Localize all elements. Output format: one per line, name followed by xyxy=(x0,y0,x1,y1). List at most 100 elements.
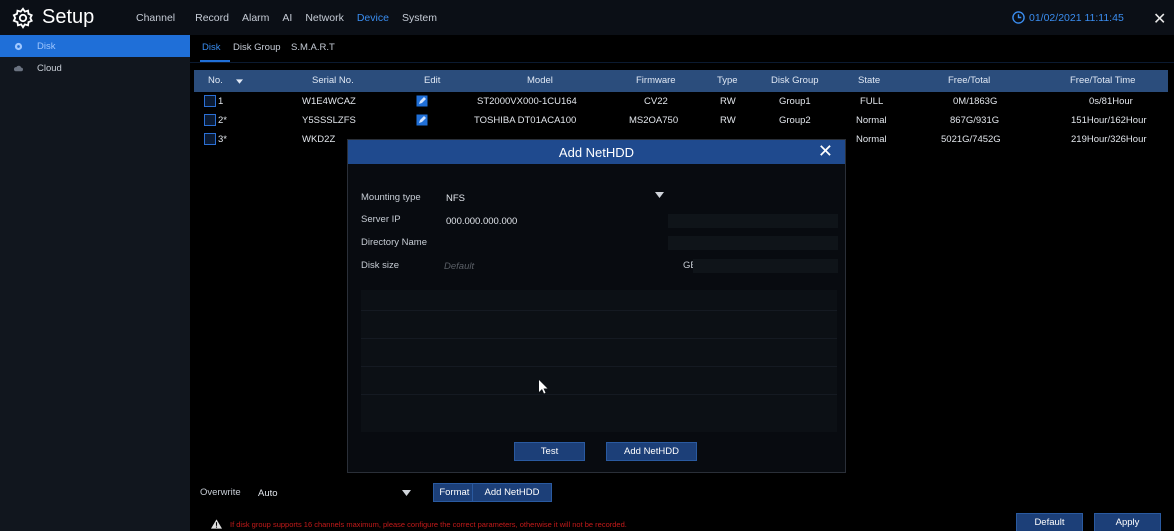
col-free-total-time: Free/Total Time xyxy=(1070,75,1136,86)
sidebar-item-cloud[interactable]: Cloud xyxy=(0,57,190,79)
menu-system[interactable]: System xyxy=(402,12,437,24)
cell-free-total-time: 0s/81Hour xyxy=(1089,96,1133,107)
row-checkbox[interactable] xyxy=(204,133,216,145)
col-disk-group: Disk Group xyxy=(771,75,819,86)
warning-icon xyxy=(211,519,222,529)
sidebar-item-label: Cloud xyxy=(37,62,62,74)
cell-serial: W1E4WCAZ xyxy=(302,96,356,107)
clock: 01/02/2021 11:11:45 xyxy=(1012,11,1124,24)
disk-size-extra-field xyxy=(693,259,838,273)
cell-free-total-time: 219Hour/326Hour xyxy=(1071,134,1147,145)
cursor-icon xyxy=(539,380,548,394)
warning-message: If disk group supports 16 channels maxim… xyxy=(211,519,627,529)
cell-serial: WKD2Z xyxy=(302,134,336,145)
cell-serial: Y5SSSLZFS xyxy=(302,115,356,126)
close-icon[interactable]: ✕ xyxy=(818,141,833,162)
dialog-header: Add NetHDD ✕ xyxy=(348,140,845,164)
close-icon[interactable]: ✕ xyxy=(1153,9,1166,29)
cell-disk-group: Group2 xyxy=(779,115,811,126)
cell-free-total: 5021G/7452G xyxy=(941,134,1001,145)
tab-smart[interactable]: S.M.A.R.T xyxy=(291,42,335,53)
server-ip-label: Server IP xyxy=(361,214,401,225)
apply-button[interactable]: Apply xyxy=(1094,513,1161,531)
col-edit: Edit xyxy=(424,75,441,86)
directory-name-label: Directory Name xyxy=(361,237,427,248)
gear-icon xyxy=(12,6,33,29)
mounting-type-select[interactable]: NFS xyxy=(446,193,465,204)
menu-alarm[interactable]: Alarm xyxy=(242,12,269,24)
table-row: 2* Y5SSSLZFS TOSHIBA DT01ACA100 MS2OA750… xyxy=(194,111,1168,130)
disk-table: No. Serial No. Edit Model Firmware Type … xyxy=(194,70,1168,149)
menu-ai[interactable]: AI xyxy=(282,12,292,24)
cell-state: FULL xyxy=(860,96,884,107)
cell-no: 1 xyxy=(218,96,224,107)
divider xyxy=(361,366,837,367)
col-model: Model xyxy=(527,75,553,86)
cell-no: 3* xyxy=(218,134,227,145)
row-checkbox[interactable] xyxy=(204,95,216,107)
cell-type: RW xyxy=(720,96,736,107)
cell-free-total: 0M/1863G xyxy=(953,96,998,107)
add-nethdd-dialog: Add NetHDD ✕ Mounting type NFS Server IP… xyxy=(347,139,846,473)
chevron-down-icon[interactable] xyxy=(402,490,411,496)
main-menu: Channel Record Alarm AI Network Device S… xyxy=(136,0,450,35)
cell-state: Normal xyxy=(856,115,887,126)
table-row: 1 W1E4WCAZ ST2000VX000-1CU164 CV22 RW Gr… xyxy=(194,92,1168,111)
test-button[interactable]: Test xyxy=(514,442,585,461)
col-no[interactable]: No. xyxy=(208,75,223,86)
col-type: Type xyxy=(717,75,738,86)
cell-state: Normal xyxy=(856,134,887,145)
mounting-type-label: Mounting type xyxy=(361,192,421,203)
disk-size-label: Disk size xyxy=(361,260,400,271)
server-ip-input[interactable]: 000.000.000.000 xyxy=(446,216,517,227)
tab-disk[interactable]: Disk xyxy=(202,42,220,53)
cell-model: ST2000VX000-1CU164 xyxy=(477,96,577,107)
overwrite-select[interactable]: Auto xyxy=(258,488,278,499)
sidebar: Disk Cloud xyxy=(0,35,190,531)
edit-icon[interactable] xyxy=(416,95,428,107)
col-serial: Serial No. xyxy=(312,75,354,86)
cloud-icon xyxy=(14,65,23,71)
cell-no: 2* xyxy=(218,115,227,126)
edit-icon[interactable] xyxy=(416,114,428,126)
dialog-title: Add NetHDD xyxy=(558,145,635,160)
divider xyxy=(361,310,837,311)
menu-network[interactable]: Network xyxy=(305,12,344,24)
chevron-down-icon[interactable] xyxy=(655,192,664,198)
add-nethdd-button[interactable]: Add NetHDD xyxy=(472,483,552,502)
dialog-list-area xyxy=(361,290,837,432)
col-free-total: Free/Total xyxy=(948,75,991,86)
overwrite-label: Overwrite xyxy=(200,487,241,498)
menu-device[interactable]: Device xyxy=(357,12,389,24)
cell-firmware: MS2OA750 xyxy=(629,115,679,126)
default-button[interactable]: Default xyxy=(1016,513,1083,531)
col-state: State xyxy=(858,75,881,86)
top-bar: Setup Channel Record Alarm AI Network De… xyxy=(0,0,1174,35)
col-firmware: Firmware xyxy=(636,75,676,86)
server-ip-extra-field xyxy=(668,214,838,228)
clock-icon xyxy=(1012,11,1025,24)
cell-free-total-time: 151Hour/162Hour xyxy=(1071,115,1147,126)
sidebar-item-label: Disk xyxy=(37,40,56,52)
table-header: No. Serial No. Edit Model Firmware Type … xyxy=(194,70,1168,92)
cell-firmware: CV22 xyxy=(644,96,668,107)
chevron-down-icon[interactable] xyxy=(236,79,243,84)
cell-type: RW xyxy=(720,115,736,126)
tab-disk-group[interactable]: Disk Group xyxy=(233,42,281,53)
cell-model: TOSHIBA DT01ACA100 xyxy=(474,115,577,126)
directory-name-extra-field xyxy=(668,236,838,250)
active-tab-indicator xyxy=(200,60,230,62)
sidebar-item-disk[interactable]: Disk xyxy=(0,35,190,57)
cell-disk-group: Group1 xyxy=(779,96,811,107)
menu-channel[interactable]: Channel xyxy=(136,12,175,24)
clock-text: 01/02/2021 11:11:45 xyxy=(1029,11,1124,24)
menu-record[interactable]: Record xyxy=(195,12,229,24)
sub-tabs: Disk Disk Group S.M.A.R.T xyxy=(190,35,1174,63)
divider xyxy=(361,338,837,339)
cell-free-total: 867G/931G xyxy=(950,115,1000,126)
add-nethdd-dialog-button[interactable]: Add NetHDD xyxy=(606,442,697,461)
warning-text: If disk group supports 16 channels maxim… xyxy=(230,519,627,529)
disk-icon xyxy=(14,42,23,50)
row-checkbox[interactable] xyxy=(204,114,216,126)
disk-size-input[interactable] xyxy=(438,258,671,274)
